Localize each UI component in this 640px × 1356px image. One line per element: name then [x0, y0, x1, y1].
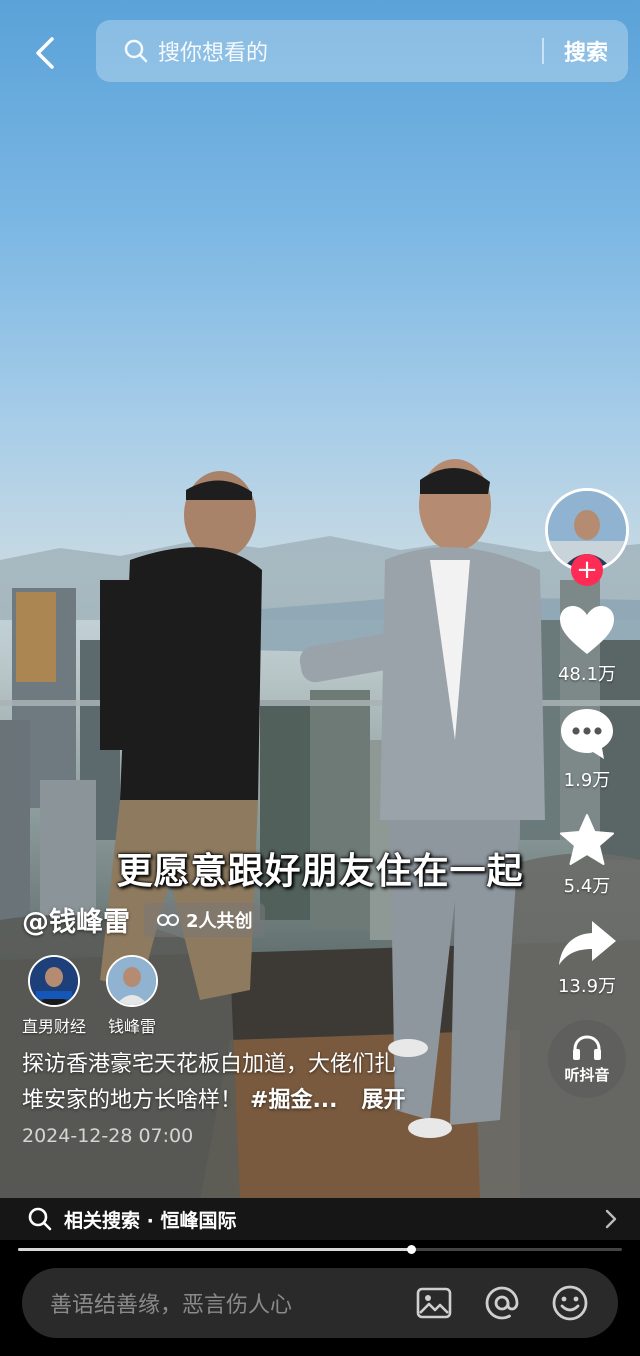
listen-label: 听抖音	[564, 1065, 610, 1084]
author-avatar-group: +	[545, 488, 629, 586]
progress-fill	[18, 1248, 411, 1251]
related-search-text: 相关搜索 · 恒峰国际	[64, 1209, 237, 1232]
author-name[interactable]: @钱峰雷	[22, 900, 130, 939]
cocreator-avatar	[28, 955, 80, 1007]
share-icon	[559, 921, 616, 965]
listen-button[interactable]: 听抖音	[548, 1020, 626, 1098]
comment-action[interactable]: 1.9万	[558, 706, 616, 792]
back-button[interactable]	[22, 30, 68, 76]
description-text: 堆安家的地方长啥样！	[22, 1088, 243, 1113]
search-box[interactable]: 搜你想看的 搜索	[96, 20, 628, 82]
mention-button[interactable]	[482, 1283, 522, 1323]
link-icon	[157, 913, 179, 926]
post-time: 2024-12-28 07:00	[22, 1125, 194, 1147]
chevron-left-icon	[36, 37, 54, 69]
expand-button[interactable]: 展开	[362, 1088, 406, 1113]
comment-input[interactable]: 善语结善缘，恶言伤人心	[50, 1287, 414, 1319]
image-icon	[416, 1287, 452, 1319]
progress-bar[interactable]	[18, 1245, 622, 1254]
search-icon	[26, 1205, 54, 1233]
headphones-icon	[573, 1034, 601, 1060]
search-divider	[541, 38, 544, 64]
author-line: @钱峰雷 2人共创	[22, 900, 542, 939]
search-input[interactable]: 搜你想看的	[158, 35, 542, 67]
smiley-icon	[552, 1285, 588, 1321]
image-button[interactable]	[414, 1283, 454, 1323]
comment-count: 1.9万	[563, 770, 611, 791]
share-count: 13.9万	[557, 976, 617, 997]
cocreator-item[interactable]: 直男财经	[22, 955, 86, 1037]
hashtag-link[interactable]: #掘金...	[250, 1088, 338, 1113]
cocreator-name: 直男财经	[22, 1017, 87, 1036]
follow-button[interactable]: +	[571, 554, 603, 586]
like-count: 48.1万	[557, 664, 617, 685]
action-column: + 48.1万 1.9万 5.4万 13.9万 听抖音	[542, 488, 632, 1098]
share-action[interactable]: 13.9万	[556, 918, 618, 998]
comment-bar: 善语结善缘，恶言伤人心	[22, 1268, 618, 1338]
like-action[interactable]: 48.1万	[558, 604, 616, 686]
search-button[interactable]: 搜索	[564, 35, 608, 67]
search-icon	[116, 31, 156, 71]
cocreator-item[interactable]: 钱峰雷	[106, 955, 159, 1037]
cocreate-badge[interactable]: 2人共创	[144, 902, 265, 937]
chevron-right-icon	[605, 1209, 617, 1229]
description-line: 探访香港豪宅天花板白加道，大佬们扎	[22, 1052, 397, 1077]
video-description[interactable]: 探访香港豪宅天花板白加道，大佬们扎 堆安家的地方长啥样！ #掘金... 展开	[22, 1047, 542, 1119]
heart-icon	[559, 606, 614, 654]
cocreate-label: 2人共创	[186, 910, 253, 932]
at-icon	[485, 1286, 519, 1320]
cocreator-list: 直男财经 钱峰雷	[22, 955, 542, 1037]
cocreator-name: 钱峰雷	[108, 1017, 157, 1036]
comment-icon	[561, 709, 613, 759]
progress-handle[interactable]	[406, 1245, 416, 1254]
top-bar: 搜你想看的 搜索	[0, 0, 640, 100]
video-caption: 更愿意跟好朋友住在一起	[116, 850, 524, 892]
cocreator-avatar	[106, 955, 159, 1007]
plus-icon: +	[576, 555, 598, 585]
emoji-button[interactable]	[550, 1283, 590, 1323]
video-info: @钱峰雷 2人共创 直男财经 钱峰雷 探访香港豪宅天花板白加道，大佬们扎 堆安家…	[22, 900, 542, 1147]
related-search-bar[interactable]: 相关搜索 · 恒峰国际	[0, 1198, 640, 1240]
description-line: 堆安家的地方长啥样！ #掘金... 展开	[22, 1083, 542, 1119]
